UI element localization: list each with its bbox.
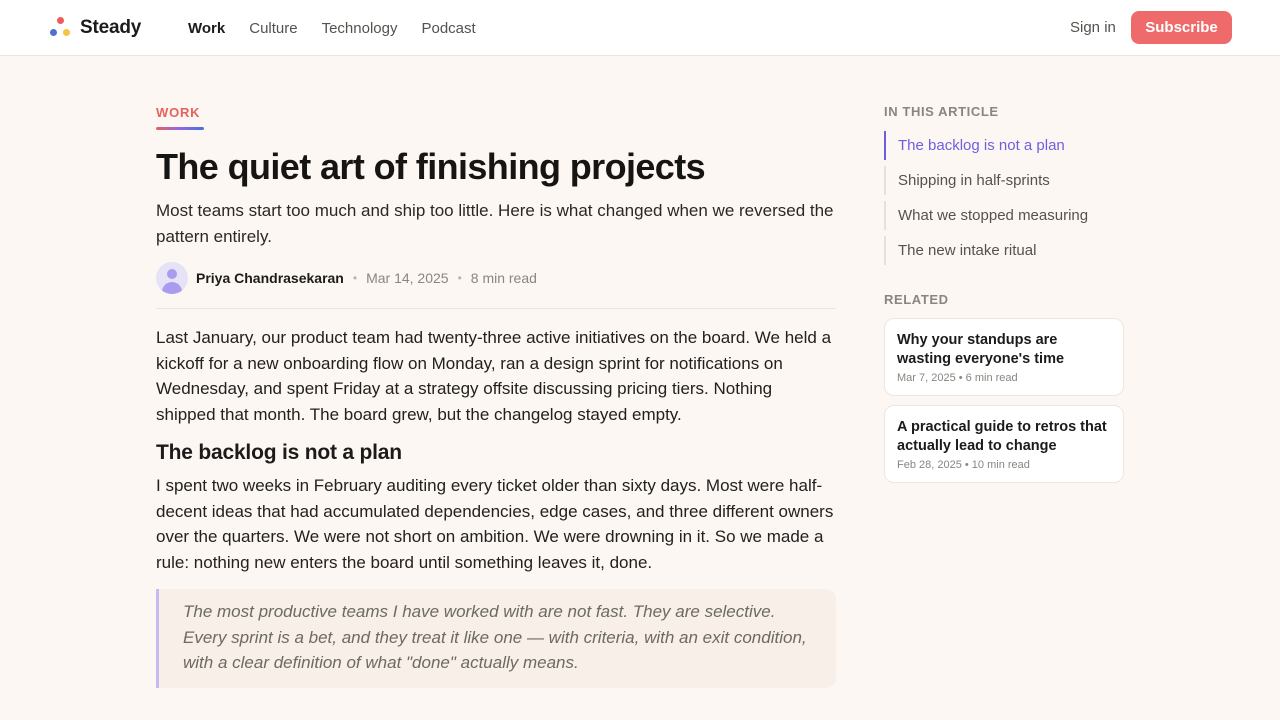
byline-divider bbox=[156, 308, 836, 309]
nav-item-technology[interactable]: Technology bbox=[322, 20, 398, 37]
section-heading: The backlog is not a plan bbox=[156, 441, 402, 464]
related-article-card[interactable]: A practical guide to retros that actuall… bbox=[884, 405, 1124, 483]
pull-quote: The most productive teams I have worked … bbox=[156, 589, 836, 688]
author-avatar[interactable] bbox=[156, 262, 188, 294]
nav-item-culture[interactable]: Culture bbox=[249, 20, 297, 37]
related-article-card[interactable]: Why your standups are wasting everyone's… bbox=[884, 318, 1124, 396]
main-nav: Work Culture Technology Podcast bbox=[188, 0, 500, 56]
section-paragraph: I spent two weeks in February auditing e… bbox=[156, 476, 834, 572]
nav-item-work[interactable]: Work bbox=[188, 20, 225, 37]
top-navigation-bar: Steady Work Culture Technology Podcast S… bbox=[0, 0, 1280, 56]
meta-separator: • bbox=[352, 271, 358, 285]
category-label: WORK bbox=[156, 105, 201, 120]
author-name[interactable]: Priya Chandrasekaran bbox=[196, 270, 344, 286]
toc-heading: IN THIS ARTICLE bbox=[884, 104, 999, 119]
toc-item-backlog[interactable]: The backlog is not a plan bbox=[884, 131, 1124, 160]
pull-quote-text: The most productive teams I have worked … bbox=[183, 602, 807, 672]
article-subtitle: Most teams start too much and ship too l… bbox=[156, 201, 834, 246]
brand-name: Steady bbox=[80, 17, 142, 38]
article: WORK The quiet art of finishing projects… bbox=[156, 104, 836, 688]
subscribe-button[interactable]: Subscribe bbox=[1131, 11, 1232, 44]
brand-logo[interactable]: Steady bbox=[48, 16, 141, 40]
article-sidebar: IN THIS ARTICLE The backlog is not a pla… bbox=[884, 104, 1124, 483]
avatar-person-icon bbox=[167, 269, 177, 279]
table-of-contents: The backlog is not a plan Shipping in ha… bbox=[884, 131, 1124, 265]
publish-date: Mar 14, 2025 bbox=[366, 270, 449, 286]
logo-dots-icon bbox=[48, 16, 72, 40]
toc-item-half-sprints[interactable]: Shipping in half-sprints bbox=[884, 166, 1124, 195]
related-article-meta: Mar 7, 2025 • 6 min read bbox=[897, 372, 1018, 384]
related-heading: RELATED bbox=[884, 292, 949, 307]
sign-in-link[interactable]: Sign in bbox=[1070, 19, 1116, 36]
related-article-meta: Feb 28, 2025 • 10 min read bbox=[897, 459, 1030, 471]
category-underline bbox=[156, 127, 204, 130]
meta-separator: • bbox=[457, 271, 462, 285]
toc-item-stopped-measuring[interactable]: What we stopped measuring bbox=[884, 201, 1124, 230]
intro-paragraph: Last January, our product team had twent… bbox=[156, 328, 832, 424]
article-title: The quiet art of finishing projects bbox=[156, 146, 706, 187]
related-article-title: Why your standups are wasting everyone's… bbox=[897, 332, 1065, 367]
read-time: 8 min read bbox=[470, 270, 537, 286]
nav-item-podcast[interactable]: Podcast bbox=[421, 20, 475, 37]
toc-item-intake-ritual[interactable]: The new intake ritual bbox=[884, 236, 1124, 265]
byline: Priya Chandrasekaran • Mar 14, 2025 • 8 … bbox=[156, 262, 836, 294]
related-article-title: A practical guide to retros that actuall… bbox=[897, 419, 1107, 454]
article-category[interactable]: WORK bbox=[156, 105, 204, 130]
